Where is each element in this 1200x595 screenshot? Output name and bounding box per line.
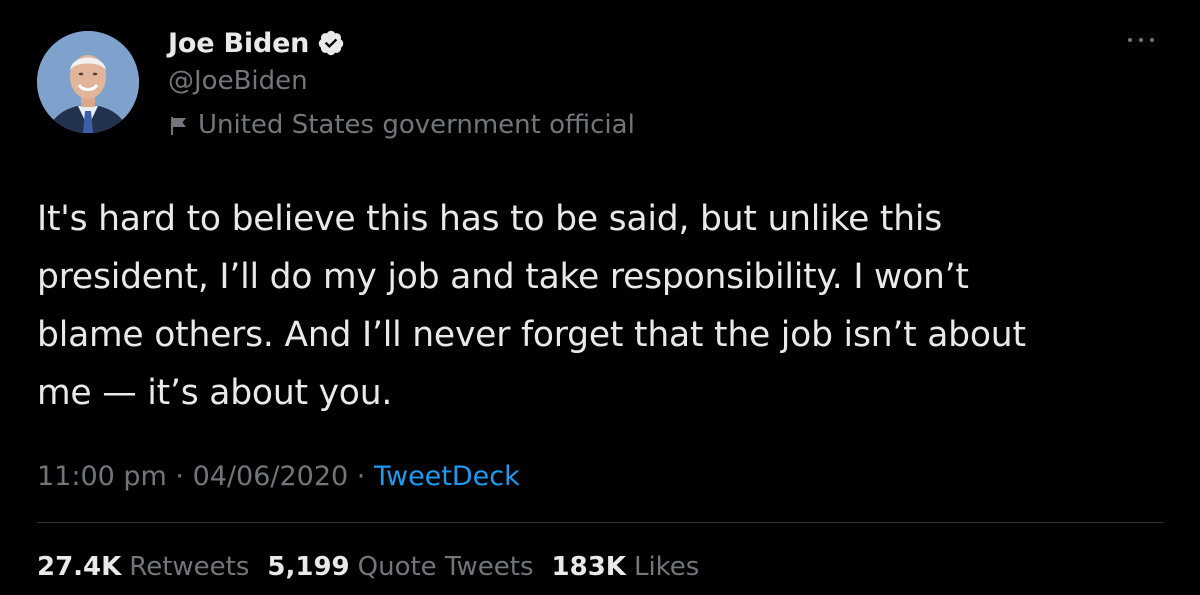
quote-tweets-stat[interactable]: 5,199 Quote Tweets xyxy=(267,552,533,582)
divider xyxy=(37,522,1164,523)
author-info: Joe Biden @JoeBiden United States govern… xyxy=(168,26,635,142)
meta-separator: · xyxy=(348,460,374,492)
retweets-stat[interactable]: 27.4K Retweets xyxy=(37,552,249,582)
meta-separator: · xyxy=(166,460,193,492)
likes-label: Likes xyxy=(633,552,700,582)
verified-badge-icon xyxy=(317,29,345,57)
handle[interactable]: @JoeBiden xyxy=(168,64,635,98)
quote-tweets-label: Quote Tweets xyxy=(357,552,534,582)
account-label: United States government official xyxy=(168,108,635,142)
tweet-source-link[interactable]: TweetDeck xyxy=(374,461,520,492)
more-options-icon[interactable] xyxy=(1126,30,1156,50)
likes-count: 183K xyxy=(551,552,626,582)
tweet-date[interactable]: 04/06/2020 xyxy=(193,461,349,492)
avatar[interactable] xyxy=(37,31,139,133)
tweet-meta: 11:00 pm · 04/06/2020 · TweetDeck xyxy=(37,458,520,494)
name-row: Joe Biden xyxy=(168,26,635,60)
tweet-time[interactable]: 11:00 pm xyxy=(37,461,167,492)
tweet-stats: 27.4K Retweets 5,199 Quote Tweets 183K L… xyxy=(37,548,699,586)
tweet-card: Joe Biden @JoeBiden United States govern… xyxy=(0,0,1200,595)
tweet-text: It's hard to believe this has to be said… xyxy=(37,199,1026,413)
likes-stat[interactable]: 183K Likes xyxy=(552,552,700,582)
display-name[interactable]: Joe Biden xyxy=(168,28,309,59)
retweets-label: Retweets xyxy=(129,552,250,582)
quote-tweets-count: 5,199 xyxy=(267,552,350,582)
account-label-text: United States government official xyxy=(198,110,635,140)
avatar-image xyxy=(37,31,139,133)
flag-icon xyxy=(168,114,190,136)
retweets-count: 27.4K xyxy=(37,552,122,582)
